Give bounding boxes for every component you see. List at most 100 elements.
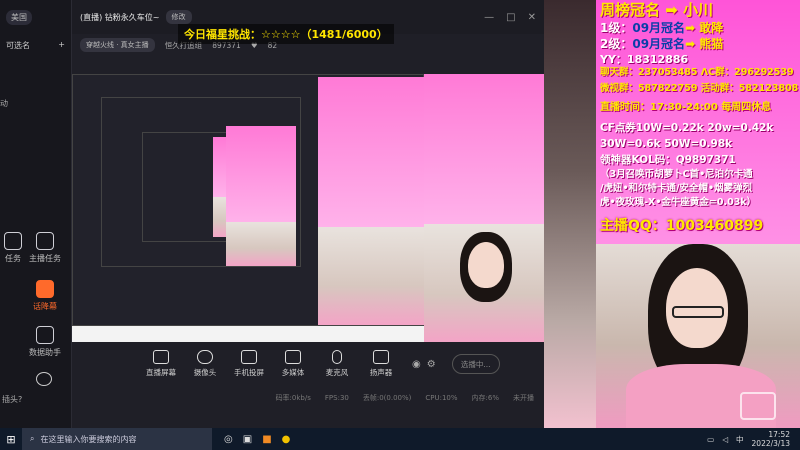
- system-tray: ▭ ◁ 中 17:52 2022/3/13: [707, 430, 800, 448]
- face-shape: [468, 242, 504, 288]
- tool-label: 直播屏幕: [146, 368, 176, 377]
- bottom-toolbar: 直播屏幕 摄像头 手机投屏 多媒体 麦克风 扬声器 ◉ ⚙ 选播中...: [72, 342, 544, 386]
- minimize-icon[interactable]: —: [484, 12, 494, 23]
- window-controls: — □ ✕: [484, 12, 536, 23]
- status-bar: 码率:0kb/s FPS:30 丢帧:0(0.00%) CPU:10% 内存:6…: [72, 390, 544, 406]
- microphone-icon: [332, 350, 342, 364]
- promo-line-2: /虎妞•和尔特卡通/安全帽•烟雾弹烈: [600, 183, 753, 194]
- nested-window-1: [72, 74, 424, 326]
- sidebar-section-title: 可选名: [6, 41, 30, 50]
- room-title: (直播) 钻粉永久车位~: [80, 12, 160, 22]
- sidebar-bottom-text: 插头?: [2, 395, 23, 404]
- glasses-shape: [672, 306, 724, 318]
- language-indicator[interactable]: 中: [736, 434, 744, 445]
- challenge-banner: 今日福星挑战：☆☆☆☆（1481/6000）: [178, 24, 394, 44]
- sidebar-header: 可选名 +: [0, 34, 71, 57]
- fps-status: FPS:30: [324, 394, 349, 402]
- weekly-title: 周榜冠名 ➡ 小川: [600, 1, 714, 19]
- rank-title: 09月冠名: [632, 21, 686, 35]
- app-icon[interactable]: ■: [262, 434, 271, 445]
- tool-label: 手机投屏: [234, 368, 264, 377]
- windows-start-icon[interactable]: ⊞: [0, 428, 22, 450]
- region-tag[interactable]: 美国: [6, 9, 32, 25]
- douyu-logo-icon: [740, 392, 776, 420]
- tool-label: 多媒体: [281, 368, 305, 377]
- kol-code: 领神器KOL码：Q9897371: [600, 154, 736, 166]
- nested-overlay: [318, 77, 424, 227]
- tool-label: 麦克风: [325, 368, 349, 377]
- sidebar-item-anchor-task[interactable]: 主播任务: [14, 232, 71, 264]
- nested-window-2: [101, 97, 301, 267]
- close-icon[interactable]: ✕: [528, 12, 536, 23]
- anchor-qq: 主播QQ：1003460899: [600, 218, 764, 234]
- camera-background: [544, 0, 596, 428]
- stream-info-overlay: 周榜冠名 ➡ 小川 1级：09月冠名➡ 敢降 2级：09月冠名➡ 熊猫 YY：1…: [596, 0, 800, 428]
- eye-icon[interactable]: ◉: [412, 359, 421, 370]
- left-sidebar: 美国 可选名 + 动 任务 主播任务 话降幕 数据助手 插头?: [0, 0, 72, 428]
- tool-label: 摄像头: [193, 368, 217, 377]
- taskbar-search[interactable]: ⌕ 在这里输入你要搜索的内容: [22, 428, 212, 450]
- preview-camera: [424, 224, 544, 342]
- search-placeholder: 在这里输入你要搜索的内容: [40, 434, 137, 444]
- task-view-icon[interactable]: ◎: [224, 434, 233, 445]
- rank-line-1: 1级：09月冠名➡ 敢降: [600, 21, 724, 36]
- cf-price-1: CF点券10W=0.22k 20w=0.42k: [600, 122, 774, 134]
- clock-time: 17:52: [768, 430, 790, 439]
- volume-icon[interactable]: ◁: [722, 435, 728, 444]
- data-icon: [36, 326, 54, 344]
- clock-date: 2022/3/13: [751, 439, 790, 448]
- frame-drop-status: 丢帧:0(0.00%): [362, 394, 412, 402]
- rank-level: 2级：: [600, 37, 633, 51]
- nested-overlay: [226, 126, 296, 222]
- preview-overlay: [424, 74, 544, 224]
- multimedia-button[interactable]: 多媒体: [274, 350, 312, 378]
- sidebar-item-label: 数据助手: [29, 348, 61, 357]
- rank-title: 09月冠名: [632, 37, 686, 51]
- rank-holder: ➡ 熊猫: [685, 37, 724, 51]
- sidebar-item-label: 话降幕: [33, 302, 57, 311]
- nested-camera: [318, 227, 424, 325]
- media-icon: [285, 350, 301, 364]
- checklist-icon: [36, 232, 54, 250]
- rank-level: 1级：: [600, 21, 633, 35]
- yy-number: YY：18312886: [600, 53, 689, 66]
- rank-line-2: 2级：09月冠名➡ 熊猫: [600, 37, 724, 52]
- app-icon[interactable]: ●: [282, 434, 291, 445]
- add-icon[interactable]: +: [58, 40, 65, 51]
- cf-price-2: 30W=0.6k 50W=0.98k: [600, 138, 733, 150]
- stream-time: 直播时间：17:30-24:00 每周四休息: [600, 102, 772, 113]
- micro-groups: 微视群：587822759 活动群：582123808: [600, 83, 799, 94]
- screen-icon: [153, 350, 169, 364]
- file-explorer-icon[interactable]: ▣: [243, 434, 252, 445]
- more-icon[interactable]: [36, 372, 52, 386]
- gear-icon[interactable]: ⚙: [427, 359, 436, 370]
- live-status: 未开播: [513, 394, 534, 402]
- chat-groups: 聊天群：237053485 ΛC群：296292539: [600, 67, 794, 78]
- phone-cast-button[interactable]: 手机投屏: [230, 350, 268, 378]
- camera-icon: [197, 350, 213, 364]
- tool-label: 扬声器: [369, 368, 393, 377]
- go-live-button[interactable]: 选播中...: [451, 354, 500, 374]
- camera-button[interactable]: 摄像头: [186, 350, 224, 378]
- speaker-button[interactable]: 扬声器: [362, 350, 400, 378]
- stream-preview[interactable]: [72, 74, 544, 342]
- taskbar-apps: ◎ ▣ ■ ●: [212, 434, 290, 445]
- rank-holder: ➡ 敢降: [685, 21, 724, 35]
- sidebar-item-data-helper[interactable]: 数据助手: [14, 326, 71, 358]
- network-icon[interactable]: ▭: [707, 435, 714, 444]
- phone-icon: [241, 350, 257, 364]
- danmaku-icon: [36, 280, 54, 298]
- bitrate-status: 码率:0kb/s: [275, 394, 311, 402]
- promo-line-3: 虎•夜玫瑰-X•金牛座黄金=0.03k）: [600, 197, 757, 208]
- category-tag[interactable]: 穿越火线 · 真女主播: [80, 38, 155, 52]
- clock[interactable]: 17:52 2022/3/13: [752, 430, 790, 448]
- nested-taskbar: [72, 326, 424, 342]
- maximize-icon[interactable]: □: [506, 12, 515, 23]
- edit-title-button[interactable]: 修改: [165, 10, 192, 24]
- microphone-button[interactable]: 麦克风: [318, 350, 356, 378]
- screen-share-button[interactable]: 直播屏幕: [142, 350, 180, 378]
- sidebar-item-danmaku[interactable]: 话降幕: [14, 280, 71, 312]
- cpu-status: CPU:10%: [425, 394, 458, 402]
- memory-status: 内存:6%: [471, 394, 499, 402]
- nested-camera: [226, 222, 296, 266]
